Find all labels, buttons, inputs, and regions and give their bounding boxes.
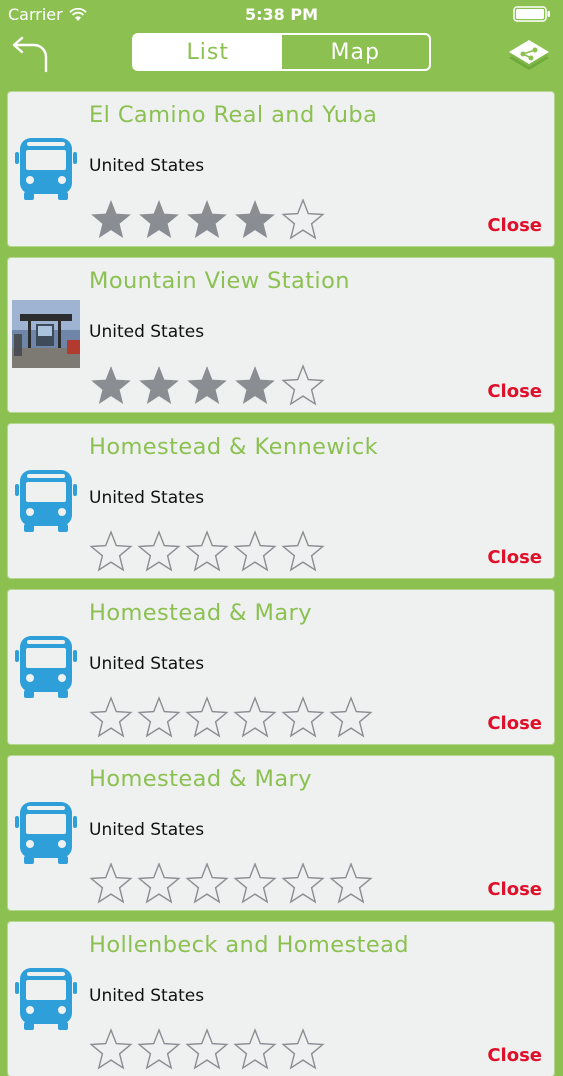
star-empty-icon[interactable] — [137, 1028, 181, 1072]
stop-title: Homestead & Kennewick — [89, 434, 379, 460]
rating-stars[interactable] — [89, 1028, 325, 1072]
stop-title: Homestead & Mary — [89, 766, 312, 792]
rating-stars[interactable] — [89, 364, 325, 408]
share-app-icon[interactable] — [505, 30, 553, 78]
star-empty-icon[interactable] — [233, 696, 277, 740]
bus-icon — [15, 636, 77, 698]
list-item[interactable]: Homestead & Kennewick United States Clos… — [8, 424, 554, 578]
stop-title: El Camino Real and Yuba — [89, 102, 378, 128]
stop-title: Hollenbeck and Homestead — [89, 932, 409, 958]
star-empty-icon[interactable] — [89, 696, 133, 740]
stop-country: United States — [89, 654, 205, 674]
status-time: 5:38 PM — [244, 5, 318, 24]
close-label: Close — [487, 215, 542, 236]
view-segmented-control: List Map — [132, 33, 431, 71]
stop-country: United States — [89, 488, 205, 508]
star-empty-icon[interactable] — [233, 1028, 277, 1072]
list-item[interactable]: Homestead & Mary United States Close — [8, 590, 554, 744]
tab-map[interactable]: Map — [282, 35, 430, 69]
star-empty-icon[interactable] — [185, 696, 229, 740]
star-filled-icon[interactable] — [89, 364, 133, 408]
star-filled-icon[interactable] — [233, 198, 277, 242]
star-empty-icon[interactable] — [185, 530, 229, 574]
stop-country: United States — [89, 156, 205, 176]
star-empty-icon[interactable] — [281, 696, 325, 740]
star-filled-icon[interactable] — [137, 198, 181, 242]
battery-icon — [513, 6, 550, 22]
stop-country: United States — [89, 820, 205, 840]
bus-icon — [15, 802, 77, 864]
list-item[interactable]: El Camino Real and Yuba United States Cl… — [8, 92, 554, 246]
star-empty-icon[interactable] — [281, 530, 325, 574]
status-bar: Carrier 5:38 PM — [0, 0, 563, 30]
star-empty-icon[interactable] — [281, 364, 325, 408]
stop-country: United States — [89, 322, 205, 342]
nav-bar: List Map — [0, 30, 563, 86]
tab-list[interactable]: List — [134, 35, 282, 69]
station-photo — [12, 300, 80, 368]
list-item[interactable]: Homestead & Mary United States Close — [8, 756, 554, 910]
close-label: Close — [487, 381, 542, 402]
star-empty-icon[interactable] — [137, 696, 181, 740]
star-filled-icon[interactable] — [89, 198, 133, 242]
rating-stars[interactable] — [89, 198, 325, 242]
rating-stars[interactable] — [89, 530, 325, 574]
star-empty-icon[interactable] — [185, 1028, 229, 1072]
star-empty-icon[interactable] — [185, 862, 229, 906]
star-empty-icon[interactable] — [281, 198, 325, 242]
list-item[interactable]: Mountain View Station United States Clos… — [8, 258, 554, 412]
rating-stars[interactable] — [89, 696, 373, 740]
list-item[interactable]: Hollenbeck and Homestead United States C… — [8, 922, 554, 1076]
star-filled-icon[interactable] — [185, 198, 229, 242]
star-empty-icon[interactable] — [233, 530, 277, 574]
close-label: Close — [487, 879, 542, 900]
star-filled-icon[interactable] — [185, 364, 229, 408]
rating-stars[interactable] — [89, 862, 373, 906]
star-empty-icon[interactable] — [89, 1028, 133, 1072]
stop-country: United States — [89, 986, 205, 1006]
star-empty-icon[interactable] — [137, 862, 181, 906]
star-empty-icon[interactable] — [89, 862, 133, 906]
bus-icon — [15, 968, 77, 1030]
star-empty-icon[interactable] — [281, 1028, 325, 1072]
stop-title: Mountain View Station — [89, 268, 350, 294]
close-label: Close — [487, 1045, 542, 1066]
close-label: Close — [487, 547, 542, 568]
star-empty-icon[interactable] — [281, 862, 325, 906]
star-empty-icon[interactable] — [329, 862, 373, 906]
stop-title: Homestead & Mary — [89, 600, 312, 626]
back-arrow-icon[interactable] — [10, 32, 54, 76]
star-empty-icon[interactable] — [233, 862, 277, 906]
star-empty-icon[interactable] — [137, 530, 181, 574]
bus-icon — [15, 470, 77, 532]
star-filled-icon[interactable] — [233, 364, 277, 408]
star-filled-icon[interactable] — [137, 364, 181, 408]
close-label: Close — [487, 713, 542, 734]
bus-icon — [15, 138, 77, 200]
star-empty-icon[interactable] — [329, 696, 373, 740]
star-empty-icon[interactable] — [89, 530, 133, 574]
